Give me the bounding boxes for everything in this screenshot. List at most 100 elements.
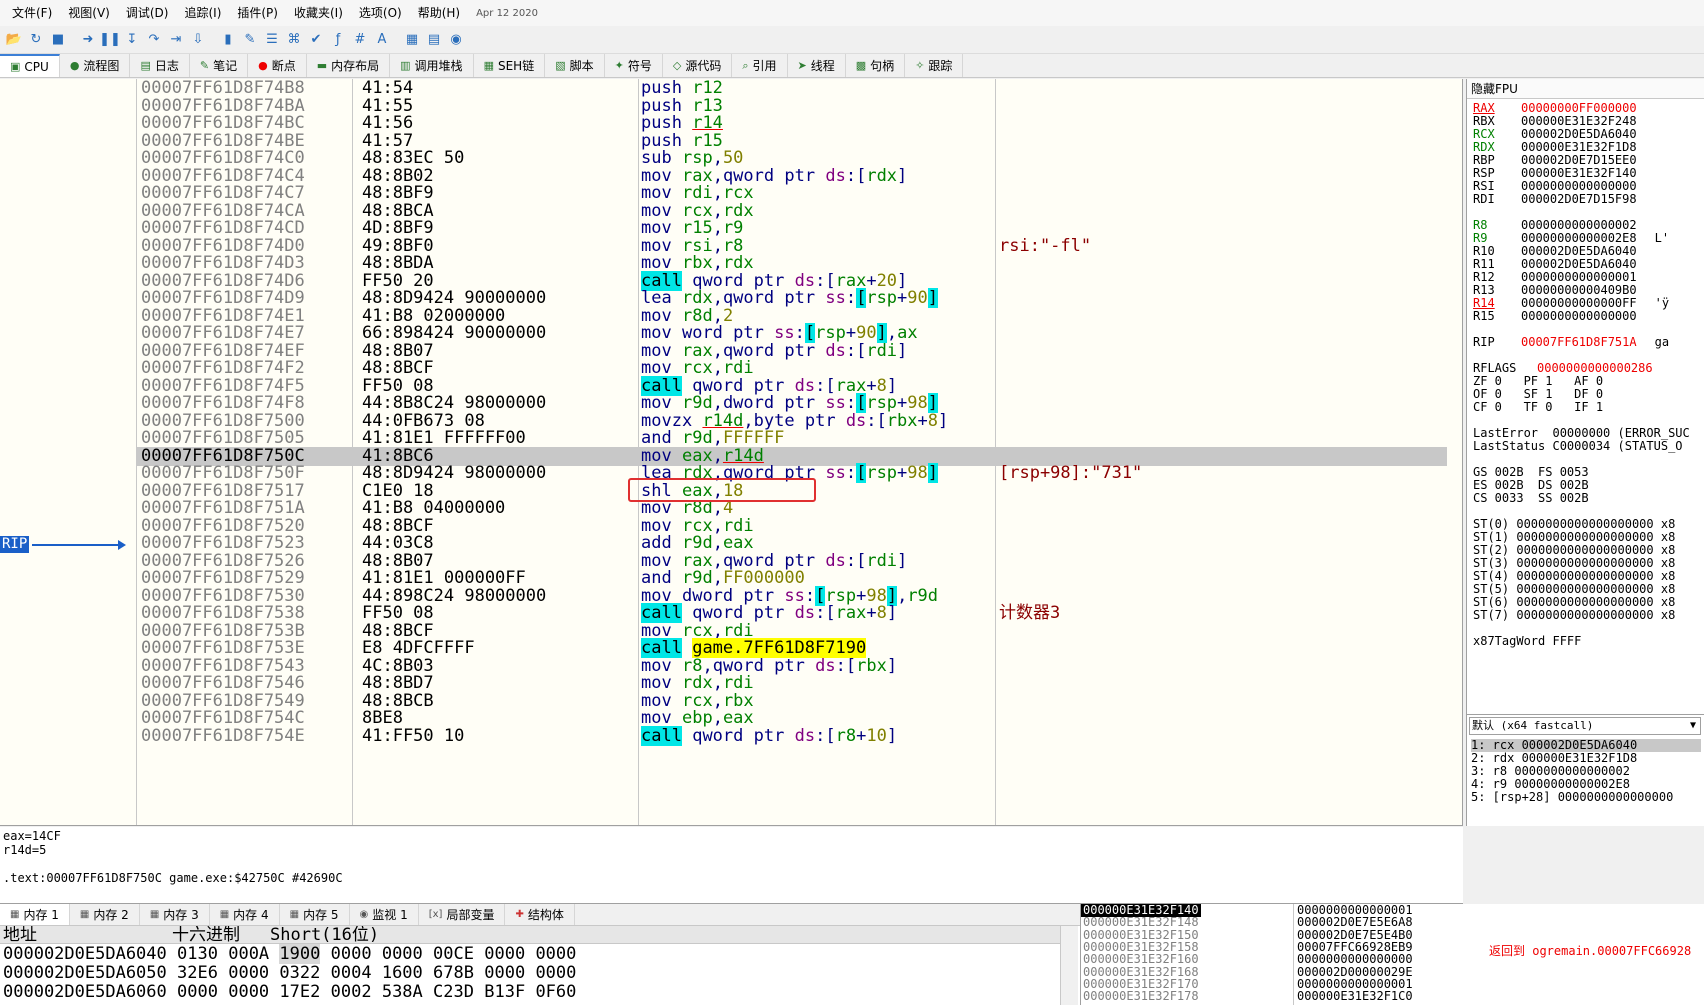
tab-item[interactable]: ● 流程图 (60, 54, 131, 77)
tab-item[interactable]: ✧ 跟踪 (905, 54, 964, 77)
call-convention-pane[interactable]: 默认 (x64 fastcall) ▼ 1: rcx 000002D0E5DA6… (1466, 714, 1704, 826)
disasm-row[interactable]: 00007FF61D8F754E 41:FF50 10 call qword ptr… (137, 725, 1447, 746)
register-row[interactable]: R15 0000000000000000 (1473, 309, 1637, 323)
dump-cell[interactable]: 17E2 (279, 982, 320, 1002)
disasm-row[interactable]: 00007FF61D8F7505 41:81E1 FFFFFF00 and r9d,… (137, 429, 1447, 448)
dump-cell[interactable]: C23D (433, 982, 474, 1002)
restart-icon[interactable]: ↻ (26, 30, 46, 50)
memory-tab[interactable]: ◉ 监视 1 (350, 904, 419, 925)
menu-item[interactable]: 选项(O) (351, 0, 410, 26)
dump-cell[interactable]: 0000 (484, 963, 525, 983)
register-row[interactable]: R11 000002D0E5DA6040 (1473, 257, 1637, 271)
disasm-row[interactable]: 00007FF61D8F74D9 48:8D9424 90000000 lea rd… (137, 288, 1447, 308)
disasm-row[interactable]: 00007FF61D8F74BE 41:57 push r15 (137, 131, 1447, 151)
tab-item[interactable]: ▦ SEH链 (474, 54, 546, 77)
call-convention-select[interactable]: 默认 (x64 fastcall) ▼ (1469, 717, 1701, 735)
label-icon[interactable]: ⌘ (284, 30, 304, 50)
register-row[interactable]: R8 0000000000000002 (1473, 218, 1637, 232)
dump-cell[interactable]: 0000 (535, 963, 576, 983)
dump-cell[interactable]: 0000 (228, 963, 269, 983)
disasm-row[interactable]: 00007FF61D8F7500 44:0FB673 08 movzx r14d,b… (137, 411, 1447, 431)
disasm-row[interactable]: 00007FF61D8F74C7 48:8BF9 mov rdi,rcx (137, 184, 1447, 203)
disasm-row[interactable]: 00007FF61D8F74CA 48:8BCA mov rcx,rdx (137, 201, 1447, 221)
function-icon[interactable]: ƒ (328, 30, 348, 50)
dump-scrollbar[interactable] (1060, 926, 1078, 1005)
register-row[interactable]: RCX 000002D0E5DA6040 (1473, 127, 1637, 141)
memory-tab[interactable]: ▦ 内存 5 (280, 904, 350, 925)
disasm-row[interactable]: 00007FF61D8F7538 FF50 08 call qword ptr ds… (137, 603, 1447, 623)
menu-item[interactable]: 插件(P) (229, 0, 286, 26)
disasm-row[interactable]: 00007FF61D8F74CD 4D:8BF9 mov r15,r9 (137, 219, 1447, 238)
step-over-icon[interactable]: ↷ (144, 30, 164, 50)
menu-item[interactable]: 文件(F) (4, 0, 60, 26)
pause-icon[interactable]: ❚❚ (99, 30, 121, 50)
memory-tab[interactable]: ▦ 内存 1 (0, 904, 70, 925)
stack-row[interactable]: 000000E31E32F178 000000E31E32F1C0 (1081, 990, 1704, 1003)
step-into-icon[interactable]: ↧ (122, 30, 142, 50)
dump-col-hex[interactable]: 十六进制 (172, 926, 240, 944)
dump-cell[interactable]: 0322 (279, 963, 320, 983)
close-icon[interactable]: ■ (48, 30, 68, 50)
disasm-row[interactable]: 00007FF61D8F74BC 41:56 push r14 (137, 114, 1447, 133)
dump-cell[interactable]: 000A (228, 944, 269, 964)
disasm-row[interactable]: 00007FF61D8F7520 48:8BCF mov rcx,rdi (137, 516, 1447, 536)
tab-item[interactable]: ◇ 源代码 (663, 54, 733, 77)
register-row[interactable]: RBP 000002D0E7D15EE0 (1473, 153, 1637, 167)
register-row[interactable]: R13 00000000000409B0 (1473, 283, 1637, 297)
dump-col-mode[interactable]: Short(16位) (270, 926, 379, 944)
dump-cell[interactable]: 0F60 (535, 982, 576, 1002)
menu-item[interactable]: 收藏夹(I) (286, 0, 351, 26)
dump-cell[interactable]: 0000 (535, 944, 576, 964)
dump-cell[interactable]: 0000 (331, 944, 372, 964)
register-row[interactable]: RSP 000000E31E32F140 (1473, 166, 1637, 180)
register-row[interactable]: RSI 0000000000000000 (1473, 179, 1637, 193)
hash-icon[interactable]: # (350, 30, 370, 50)
disasm-row[interactable]: 00007FF61D8F7546 48:8BD7 mov rdx,rdi (137, 674, 1447, 693)
tab-item[interactable]: ● 断点 (248, 54, 307, 77)
call-arg-row[interactable]: 5: [rsp+28] 0000000000000000 (1471, 791, 1673, 804)
tab-item[interactable]: ▤ 日志 (130, 54, 190, 77)
dump-cell[interactable]: 0000 (382, 944, 423, 964)
dump-cell[interactable]: 32E6 (177, 963, 218, 983)
menu-item[interactable]: 追踪(I) (176, 0, 229, 26)
stack-pane[interactable]: 000000E31E32F140 0000000000000001 000000E3… (1080, 904, 1704, 1005)
registers-pane[interactable]: 隐藏FPU RAX 00000000FF000000 RBX 000000E31E32… (1466, 79, 1704, 714)
tab-cpu[interactable]: ▣ CPU (0, 54, 60, 77)
dump-row[interactable]: 000002D0E5DA6040 0130 000A 1900 0000 000… (3, 944, 576, 964)
memory-tab[interactable]: ▦ 内存 4 (210, 904, 280, 925)
bookmark-icon[interactable]: ✔ (306, 30, 326, 50)
comment-icon[interactable]: ☰ (262, 30, 282, 50)
disasm-row[interactable]: 00007FF61D8F74BA 41:55 push r13 (137, 96, 1447, 116)
run-to-return-icon[interactable]: ⇥ (166, 30, 186, 50)
dump-cell[interactable]: 00CE (433, 944, 474, 964)
tab-item[interactable]: ✎ 笔记 (190, 54, 249, 77)
dump-cell[interactable]: 0000 (228, 982, 269, 1002)
disasm-row[interactable]: 00007FF61D8F74C4 48:8B02 mov rax,qword ptr… (137, 166, 1447, 186)
menu-item[interactable]: 调试(D) (118, 0, 177, 26)
disassembly-pane[interactable]: 00007FF61D8F74B8 41:54 push r12 00007FF61D8… (0, 79, 1463, 826)
menu-item[interactable]: 帮助(H) (410, 0, 468, 26)
font-icon[interactable]: A (372, 30, 392, 50)
register-row[interactable]: RDX 000000E31E32F1D8 (1473, 140, 1637, 154)
disasm-row[interactable]: 00007FF61D8F74D0 49:8BF0 mov rsi,r8 rsi:"-f… (137, 236, 1447, 256)
dump-cell[interactable]: 1900 (279, 944, 321, 964)
hide-fpu-button[interactable]: 隐藏FPU (1467, 79, 1704, 99)
patch-icon[interactable]: ▮ (218, 30, 238, 50)
dump-cell[interactable]: 0004 (331, 963, 372, 983)
open-icon[interactable]: 📂 (4, 30, 24, 50)
memory-tab[interactable]: ▦ 内存 3 (140, 904, 210, 925)
register-row[interactable]: RDI 000002D0E7D15F98 (1473, 192, 1637, 206)
memory-tab[interactable]: [x] 局部变量 (419, 904, 506, 925)
tab-item[interactable]: ➤ 线程 (788, 54, 846, 77)
calculator-icon[interactable]: ▦ (402, 30, 422, 50)
dump-cell[interactable]: 0002 (331, 982, 372, 1002)
register-row[interactable]: R10 000002D0E5DA6040 (1473, 244, 1637, 258)
register-row[interactable]: RBX 000000E31E32F248 (1473, 114, 1637, 128)
register-row[interactable]: RFLAGS 0000000000000286 (1473, 361, 1653, 375)
dump-cell[interactable]: 1600 (382, 963, 423, 983)
dump-row[interactable]: 000002D0E5DA6050 32E6 0000 0322 0004 160… (3, 964, 576, 983)
register-row[interactable]: RIP 00007FF61D8F751A ga (1473, 335, 1669, 349)
help-icon[interactable]: ◉ (446, 30, 466, 50)
dump-cell[interactable]: 0000 (177, 982, 218, 1002)
disasm-row[interactable]: 00007FF61D8F7549 48:8BCB mov rcx,rbx (137, 691, 1447, 711)
